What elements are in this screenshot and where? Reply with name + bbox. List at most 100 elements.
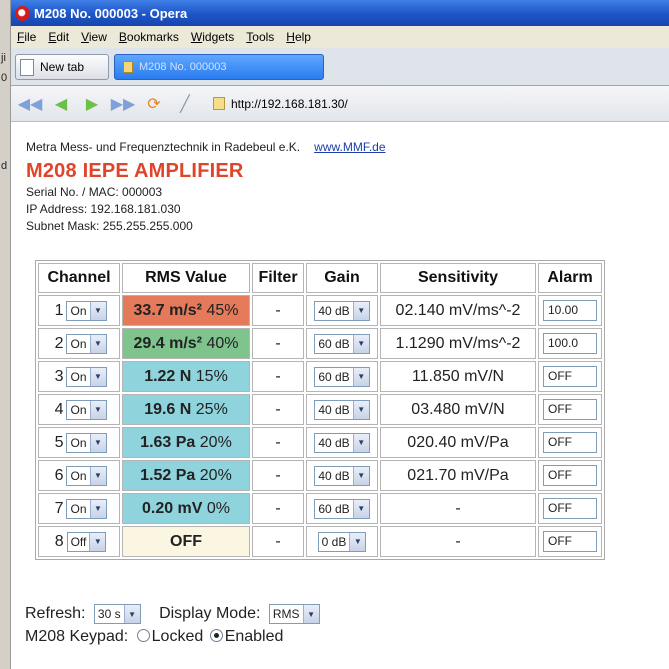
refresh-value: 30 s	[97, 607, 121, 621]
channel-number: 7	[54, 499, 64, 517]
chevron-down-icon: ▼	[352, 334, 369, 353]
menu-view[interactable]: View	[81, 30, 107, 44]
channel-cell: 8 Off ▼	[38, 526, 120, 557]
menu-help[interactable]: Help	[286, 30, 311, 44]
alarm-input[interactable]: OFF	[543, 432, 597, 453]
address-url: http://192.168.181.30/	[231, 96, 348, 111]
filter-cell: -	[252, 526, 304, 557]
channel-state-value: On	[70, 435, 87, 450]
address-bar[interactable]: http://192.168.181.30/	[213, 94, 633, 114]
alarm-input[interactable]: OFF	[543, 399, 597, 420]
edit-pen-icon[interactable]: ╱	[174, 95, 196, 113]
chevron-down-icon: ▼	[352, 466, 369, 485]
window-titlebar[interactable]: M208 No. 000003 - Opera	[11, 0, 669, 26]
menu-bookmarks[interactable]: Bookmarks	[119, 30, 179, 44]
keypad-controls: M208 Keypad: Locked Enabled	[25, 628, 283, 646]
alarm-cell: OFF	[538, 493, 602, 524]
chevron-down-icon: ▼	[352, 301, 369, 320]
gain-select[interactable]: 60 dB ▼	[314, 366, 370, 387]
rms-value-cell: 1.22 N 15%	[122, 361, 250, 392]
channel-state-select[interactable]: On ▼	[66, 498, 107, 519]
product-title: M208 IEPE AMPLIFIER	[26, 160, 244, 182]
channel-state-select[interactable]: On ▼	[66, 399, 107, 420]
header-gain: Gain	[306, 263, 378, 293]
menu-tools[interactable]: Tools	[246, 30, 274, 44]
sensitivity-cell: 021.70 mV/Pa	[380, 460, 536, 491]
filter-cell: -	[252, 295, 304, 326]
channel-state-select[interactable]: On ▼	[66, 300, 107, 321]
tab-active-page[interactable]: M208 No. 000003	[114, 54, 324, 80]
rms-value-cell: 1.63 Pa 20%	[122, 427, 250, 458]
forward-arrow-icon[interactable]: ▶	[81, 95, 103, 113]
display-mode-value: RMS	[272, 607, 300, 621]
chevron-down-icon: ▼	[89, 433, 106, 452]
gain-select[interactable]: 60 dB ▼	[314, 498, 370, 519]
table-row: 8 Off ▼ OFF -0 dB ▼ - OFF	[38, 526, 602, 557]
channel-state-value: On	[70, 336, 87, 351]
alarm-input[interactable]: 10.00	[543, 300, 597, 321]
header-filter: Filter	[252, 263, 304, 293]
rms-value: 1.52 Pa	[140, 466, 196, 484]
alarm-input[interactable]: OFF	[543, 465, 597, 486]
new-tab-button[interactable]: New tab	[15, 54, 109, 80]
keypad-locked-label: Locked	[151, 628, 204, 645]
alarm-input[interactable]: 100.0	[543, 333, 597, 354]
filter-cell: -	[252, 394, 304, 425]
gain-select[interactable]: 0 dB ▼	[317, 531, 367, 552]
sensitivity-cell: 03.480 mV/N	[380, 394, 536, 425]
channel-number: 8	[54, 532, 64, 550]
alarm-input[interactable]: OFF	[543, 498, 597, 519]
rms-value: 0.20 mV	[141, 499, 203, 517]
channel-state-select[interactable]: Off ▼	[66, 531, 107, 552]
channel-state-select[interactable]: On ▼	[66, 465, 107, 486]
chevron-down-icon: ▼	[89, 499, 106, 518]
alarm-input[interactable]: OFF	[543, 531, 597, 552]
channel-number: 2	[54, 334, 64, 352]
menu-edit[interactable]: Edit	[48, 30, 69, 44]
header-sensitivity: Sensitivity	[380, 263, 536, 293]
gain-select[interactable]: 40 dB ▼	[314, 399, 370, 420]
back-arrow-icon[interactable]: ◀	[50, 95, 72, 113]
gain-select[interactable]: 40 dB ▼	[314, 432, 370, 453]
sensitivity-cell: 020.40 mV/Pa	[380, 427, 536, 458]
gain-cell: 40 dB ▼	[306, 460, 378, 491]
channel-state-select[interactable]: On ▼	[66, 333, 107, 354]
gain-select[interactable]: 40 dB ▼	[314, 300, 370, 321]
chevron-down-icon: ▼	[89, 400, 106, 419]
fast-forward-icon[interactable]: ▶▶	[111, 95, 136, 113]
display-mode-select[interactable]: RMS ▼	[268, 604, 320, 624]
channel-number: 3	[54, 367, 64, 385]
gain-select[interactable]: 40 dB ▼	[314, 465, 370, 486]
refresh-select[interactable]: 30 s ▼	[93, 604, 141, 624]
chevron-down-icon: ▼	[302, 605, 319, 623]
tab-bar: New tab M208 No. 000003	[11, 48, 669, 86]
chevron-down-icon: ▼	[352, 400, 369, 419]
rewind-icon[interactable]: ◀◀	[18, 95, 43, 113]
menu-file[interactable]: File	[17, 30, 36, 44]
menu-widgets[interactable]: Widgets	[191, 30, 234, 44]
new-tab-label: New tab	[40, 60, 85, 74]
channel-state-select[interactable]: On ▼	[66, 366, 107, 387]
channel-state-value: On	[70, 501, 87, 516]
channel-state-select[interactable]: On ▼	[66, 432, 107, 453]
reload-icon[interactable]: ⟳	[143, 95, 165, 113]
gain-value: 60 dB	[318, 369, 350, 384]
header-alarm: Alarm	[538, 263, 602, 293]
alarm-cell: OFF	[538, 361, 602, 392]
company-link[interactable]: www.MMF.de	[314, 140, 385, 154]
gain-cell: 0 dB ▼	[306, 526, 378, 557]
alarm-cell: OFF	[538, 460, 602, 491]
table-header-row: Channel RMS Value Filter Gain Sensitivit…	[38, 263, 602, 293]
chevron-down-icon: ▼	[123, 605, 140, 623]
rms-value-cell: 19.6 N 25%	[122, 394, 250, 425]
channel-cell: 1 On ▼	[38, 295, 120, 326]
rms-value: 1.22 N	[144, 367, 192, 385]
alarm-input[interactable]: OFF	[543, 366, 597, 387]
rms-percent: 20%	[199, 466, 232, 484]
gain-select[interactable]: 60 dB ▼	[314, 333, 370, 354]
keypad-enabled-radio[interactable]	[209, 629, 223, 642]
channel-table: Channel RMS Value Filter Gain Sensitivit…	[35, 260, 605, 560]
rms-percent: 20%	[199, 433, 232, 451]
keypad-locked-radio[interactable]	[136, 629, 150, 642]
rms-value-cell: 1.52 Pa 20%	[122, 460, 250, 491]
